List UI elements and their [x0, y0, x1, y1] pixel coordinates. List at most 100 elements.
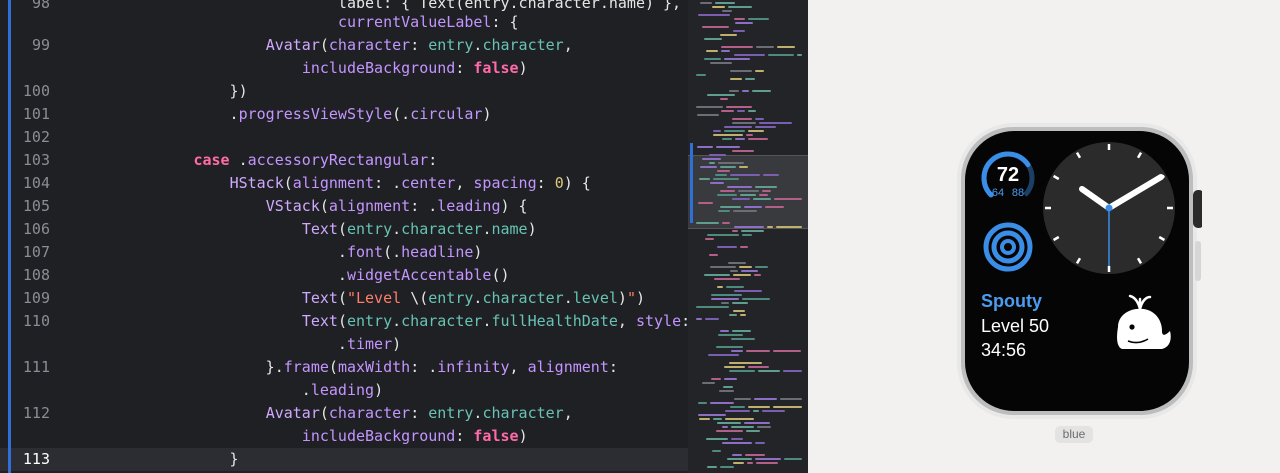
code-line[interactable]: includeBackground: false) [67, 57, 528, 80]
minimap-code-stroke [744, 422, 770, 424]
code-token: : [608, 358, 618, 376]
code-line[interactable]: Text(entry.character.name) [67, 218, 537, 241]
variant-label[interactable]: blue [1055, 426, 1093, 443]
minimap-code-stroke [711, 298, 739, 300]
code-token: : [410, 36, 429, 54]
minimap-code-stroke [727, 458, 752, 460]
code-token: Avatar [265, 36, 320, 54]
line-number: 102 [22, 128, 50, 146]
side-button [1195, 241, 1201, 281]
minimap-code-stroke [722, 426, 728, 428]
minimap-code-stroke [704, 38, 722, 40]
line-number: 108 [22, 266, 50, 284]
code-token: entry [346, 312, 393, 330]
code-token: ( [337, 312, 347, 330]
code-line[interactable]: includeBackground: false) [67, 425, 528, 448]
code-token: : [410, 404, 429, 422]
code-token: : { [491, 13, 519, 31]
line-number: 112 [22, 404, 50, 422]
minimap-code-stroke [696, 74, 706, 76]
minimap-code-stroke [713, 130, 721, 132]
minimap-code-stroke [757, 426, 771, 428]
minimap[interactable] [688, 0, 808, 473]
code-token: alignment [527, 358, 609, 376]
minimap-code-stroke [758, 370, 780, 372]
minimap-code-stroke [731, 338, 755, 340]
minimap-code-stroke [763, 174, 779, 176]
minimap-code-stroke [730, 78, 742, 80]
code-line[interactable]: HStack(alignment: .center, spacing: 0) { [67, 172, 591, 195]
minimap-code-stroke [717, 422, 741, 424]
code-line[interactable]: case .accessoryRectangular: [67, 149, 437, 172]
code-line[interactable]: .leading) [67, 379, 383, 402]
minimap-code-stroke [707, 94, 735, 96]
code-token: ( [337, 220, 347, 238]
minimap-code-stroke [697, 146, 713, 148]
minimap-code-stroke [797, 54, 802, 56]
code-line[interactable]: .widgetAccentable() [67, 264, 510, 287]
minimap-code-stroke [755, 118, 764, 120]
minimap-code-stroke [777, 46, 795, 48]
minimap-code-stroke [735, 138, 745, 140]
minimap-code-stroke [742, 298, 770, 300]
code-line[interactable]: Avatar(character: entry.character, [67, 402, 573, 425]
line-number-gutter: 98 99 100 101 102 103 104 105 106 107 10… [0, 0, 60, 473]
minimap-code-stroke [745, 454, 765, 456]
minimap-code-stroke [734, 398, 751, 400]
minimap-code-stroke [715, 174, 727, 176]
code-editor[interactable]: 98 99 100 101 102 103 104 105 106 107 10… [0, 0, 688, 473]
code-token: alignment [292, 174, 375, 192]
code-line[interactable]: Text(entry.character.fullHealthDate, sty… [67, 310, 688, 333]
code-token: "Level [346, 289, 411, 307]
minimap-code-stroke [700, 166, 717, 168]
code-token: character [328, 36, 411, 54]
minimap-code-stroke [748, 138, 768, 140]
minimap-code-stroke [697, 114, 719, 116]
code-token: ) [473, 243, 483, 261]
minimap-code-stroke [730, 174, 760, 176]
minimap-code-stroke [716, 430, 743, 432]
code-token: entry [346, 220, 393, 238]
character-level: Level 50 [981, 316, 1050, 336]
minimap-code-stroke [706, 50, 718, 52]
analog-clock [1043, 142, 1175, 274]
line-number: 105 [22, 197, 50, 215]
minimap-code-stroke [724, 126, 752, 128]
minimap-code-stroke [733, 310, 745, 312]
code-token: (. [392, 105, 411, 123]
code-line[interactable]: } [67, 448, 239, 471]
minimap-code-stroke [741, 270, 758, 272]
minimap-code-stroke [755, 126, 776, 128]
minimap-code-stroke [767, 226, 773, 228]
code-token: ( [328, 358, 338, 376]
minimap-code-stroke [756, 46, 774, 48]
code-line[interactable]: .font(.headline) [67, 241, 483, 264]
minimap-code-stroke [748, 130, 764, 132]
code-line[interactable]: Avatar(character: entry.character, [67, 34, 573, 57]
code-token: character [482, 404, 564, 422]
code-line[interactable]: currentValueLabel: { [67, 11, 519, 34]
code-token: circular [410, 105, 483, 123]
code-line[interactable]: VStack(alignment: .leading) { [67, 195, 528, 218]
minimap-code-stroke [734, 54, 765, 56]
character-name: Spouty [981, 291, 1042, 311]
code-line[interactable]: }.frame(maxWidth: .infinity, alignment: [67, 356, 618, 379]
code-line[interactable]: Text("Level \(entry.character.level)") [67, 287, 645, 310]
code-token: character [482, 36, 564, 54]
code-line[interactable]: .progressViewStyle(.circular) [67, 103, 492, 126]
line-number: 109 [22, 289, 50, 307]
minimap-code-stroke [704, 274, 730, 276]
minimap-code-stroke [712, 450, 721, 452]
code-line[interactable]: .timer) [67, 333, 401, 356]
code-line[interactable]: }) [67, 80, 248, 103]
minimap-code-stroke [731, 438, 743, 440]
minimap-code-stroke [698, 402, 707, 404]
minimap-code-stroke [698, 202, 713, 204]
minimap-code-stroke [717, 246, 737, 248]
